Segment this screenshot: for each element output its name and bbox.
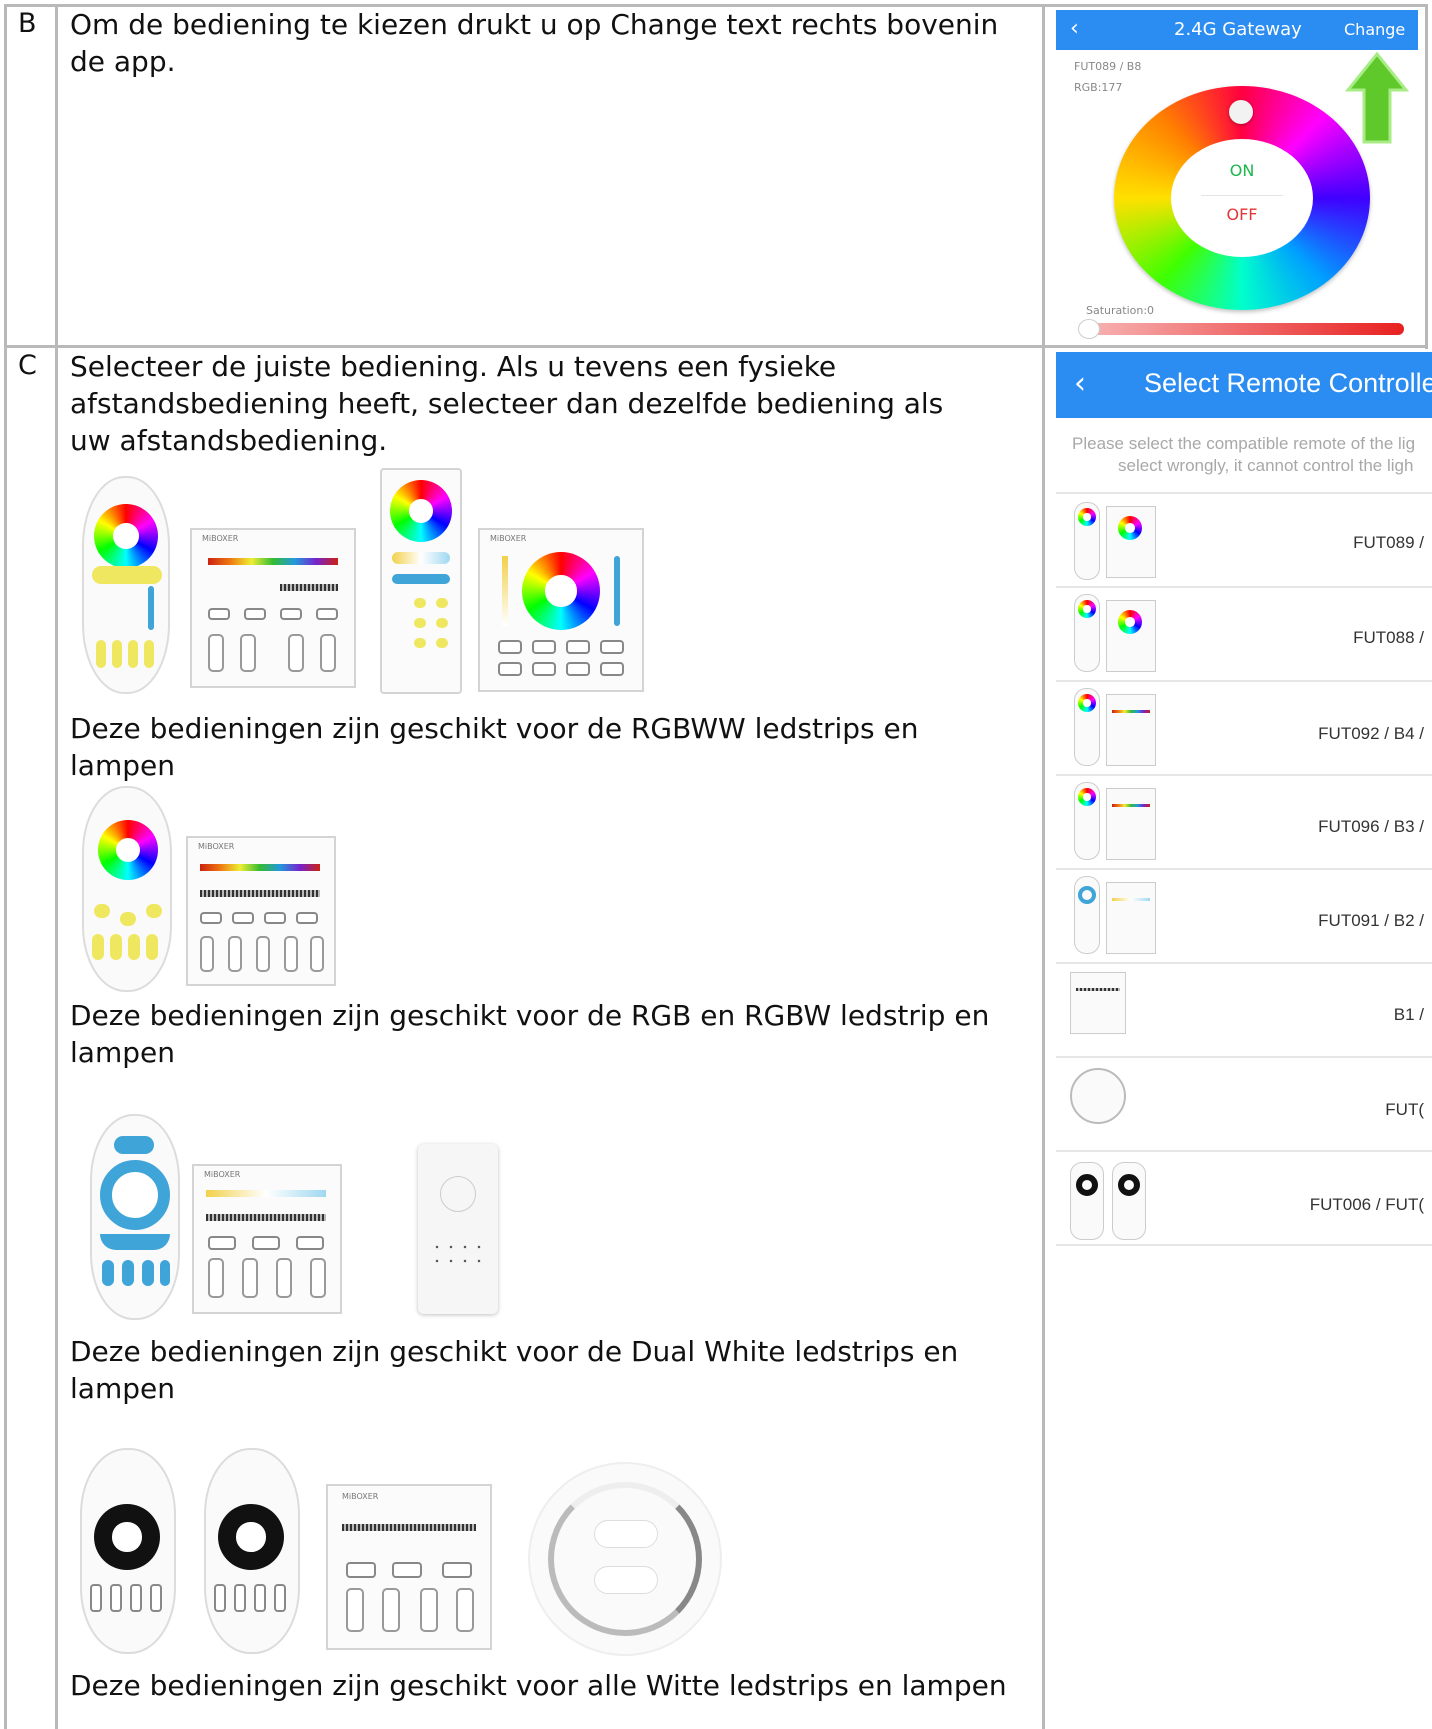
back-arrow-icon[interactable]: ‹ — [1074, 366, 1086, 401]
dual-white-caption: Deze bedieningen zijn geschikt voor de D… — [70, 1335, 959, 1405]
remote-name: FUT096 / B3 / — [1318, 817, 1424, 836]
row-c-instruction: Selecteer de juiste bediening. Als u tev… — [70, 350, 944, 457]
remote-name: FUT006 / FUT( — [1309, 1195, 1424, 1214]
saturation-slider[interactable] — [1088, 323, 1404, 335]
hint-line-2: select wrongly, it cannot control the li… — [1118, 456, 1414, 475]
gateway-app-screenshot: ‹ 2.4G Gateway Change FUT089 / B8 RGB:17… — [1056, 10, 1418, 342]
app-header: ‹ 2.4G Gateway Change — [1056, 10, 1418, 50]
rgb-value: RGB:177 — [1074, 81, 1123, 94]
hint-line-1: Please select the compatible remote of t… — [1072, 434, 1416, 453]
color-wheel-icon — [94, 504, 158, 568]
row-letter-c: C — [18, 350, 37, 381]
power-switch: ON OFF — [1171, 139, 1313, 257]
row-letter-b: B — [18, 8, 37, 39]
app-title: 2.4G Gateway — [1174, 19, 1302, 40]
remote-name: FUT092 / B4 / — [1318, 724, 1424, 743]
change-button[interactable]: Change — [1344, 20, 1405, 39]
row-b-instruction: Om de bediening te kiezen drukt u op Cha… — [70, 8, 999, 78]
table-right-border — [1425, 4, 1428, 349]
off-button[interactable]: OFF — [1171, 205, 1313, 224]
on-button[interactable]: ON — [1171, 161, 1313, 180]
remote-select-screenshot: ‹ Select Remote Controller Please select… — [1056, 352, 1432, 1260]
blue-dial — [100, 1160, 170, 1230]
rgbww-caption: Deze bedieningen zijn geschikt voor de R… — [70, 712, 919, 782]
remote-name: FUT089 / — [1353, 533, 1424, 552]
arrow-up-icon — [1344, 51, 1410, 144]
remote-name: FUT091 / B2 / — [1318, 911, 1424, 930]
white-remote-card — [418, 1144, 498, 1314]
saturation-slider-knob[interactable] — [1078, 319, 1100, 339]
brand-logo: MiBOXER — [202, 534, 239, 543]
rgb-rgbw-caption: Deze bedieningen zijn geschikt voor de R… — [70, 999, 990, 1069]
remote-name: B1 / — [1393, 1005, 1424, 1024]
remote-fut091 — [82, 786, 172, 992]
color-wheel[interactable]: ON OFF — [1114, 86, 1370, 310]
image-column-border — [1042, 4, 1045, 1729]
color-wheel-knob[interactable] — [1229, 100, 1253, 124]
remote-name: FUT( — [1385, 1100, 1424, 1119]
device-model: FUT089 / B8 — [1074, 60, 1142, 73]
app-title: Select Remote Controller — [1144, 368, 1432, 398]
back-arrow-icon[interactable]: ‹ — [1070, 16, 1079, 41]
table-left-border — [4, 4, 7, 1729]
saturation-label: Saturation:0 — [1086, 304, 1155, 317]
white-caption: Deze bedieningen zijn geschikt voor alle… — [70, 1669, 1007, 1702]
letter-column-border — [55, 4, 58, 1729]
remote-name: FUT088 / — [1353, 628, 1424, 647]
app-header: ‹ Select Remote Controller — [1056, 352, 1432, 418]
